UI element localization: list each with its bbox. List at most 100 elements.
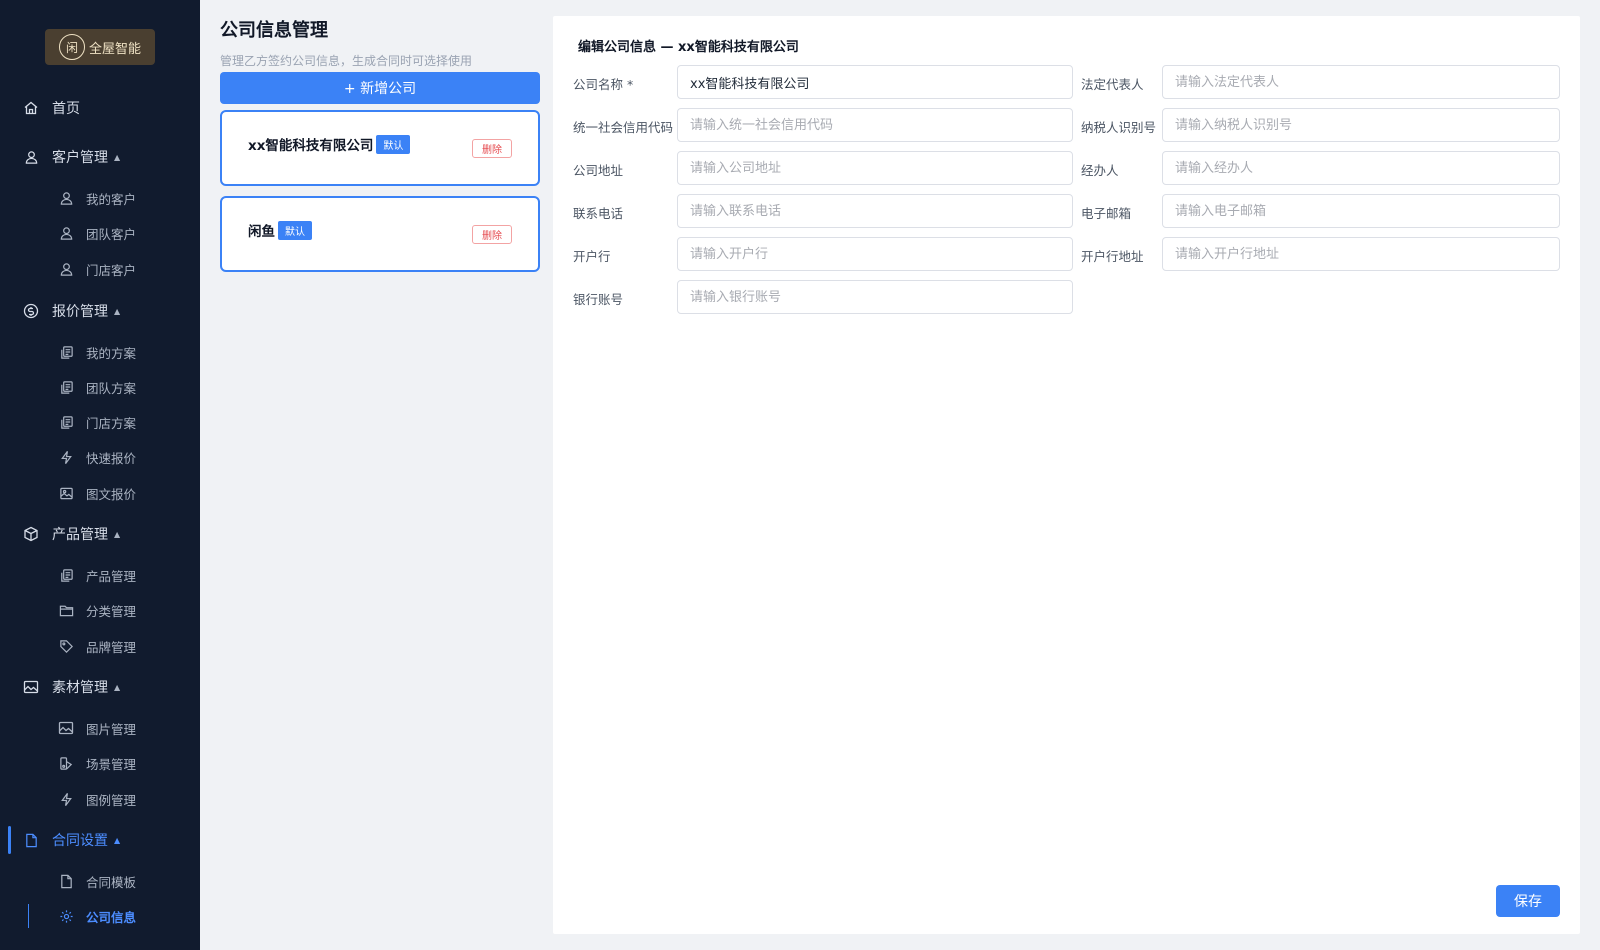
sidebar-item-label: 品牌管理 (86, 639, 137, 655)
sidebar-item-label: 我的方案 (86, 345, 137, 361)
sidebar-item-2[interactable]: 我的客户 (0, 180, 200, 216)
sidebar-item-label: 产品管理 (86, 568, 137, 584)
bank-account-label: 银行账号 (573, 292, 624, 307)
default-badge: 默认 (376, 134, 411, 154)
default-badge: 默认 (278, 220, 312, 240)
page-subtitle: 管理乙方签约公司信息，生成合同时可选择使用 (220, 54, 473, 68)
box-icon (22, 525, 40, 543)
sidebar-item-label: 分类管理 (86, 603, 137, 619)
delete-company-button[interactable]: 删除 (472, 225, 512, 244)
brand-name: 全屋智能 (88, 41, 141, 57)
sidebar-item-label: 团队方案 (86, 380, 137, 396)
bank-address-label: 开户行地址 (1081, 249, 1144, 264)
caret-up-icon: ▲ (114, 529, 121, 539)
company-card[interactable]: 闲鱼 默认 删除 (220, 196, 540, 272)
taxpayer-id-label: 纳税人识别号 (1081, 120, 1157, 135)
company-name-label: 公司名称 * (573, 77, 634, 92)
sidebar-item-label: 产品管理 (52, 527, 108, 543)
handler-label: 经办人 (1081, 163, 1119, 178)
company-list-panel: 公司信息管理 管理乙方签约公司信息，生成合同时可选择使用 + 新增公司 xx智能… (220, 16, 540, 272)
add-company-button[interactable]: + 新增公司 (220, 72, 540, 104)
sidebar-item-10[interactable]: 图文报价 (0, 475, 200, 511)
legal-representative-input[interactable] (1162, 65, 1560, 99)
sidebar-item-4[interactable]: 门店客户 (0, 251, 200, 287)
sidebar-item-label: 报价管理 (52, 304, 108, 320)
sidebar: 闲 全屋智能 首页客户管理 ▲ 我的客户团队客户门店客户报价管理 ▲ 我的方案团队方案门… (0, 0, 200, 950)
caret-up-icon: ▲ (114, 682, 121, 692)
sidebar-item-21[interactable]: 公司信息 (0, 898, 200, 934)
document-icon (58, 873, 74, 889)
phone-label: 联系电话 (573, 206, 624, 221)
sidebar-item-7[interactable]: 团队方案 (0, 369, 200, 405)
company-address-input[interactable] (677, 151, 1073, 185)
company-card[interactable]: xx智能科技有限公司 默认 删除 (220, 110, 540, 186)
sidebar-item-label: 团队客户 (86, 226, 137, 242)
copy-icon (58, 379, 74, 395)
sidebar-item-11[interactable]: 产品管理 ▲ (0, 516, 200, 552)
logo-mark: 闲 (58, 34, 85, 60)
sidebar-item-15[interactable]: 素材管理 ▲ (0, 669, 200, 705)
sidebar-item-label: 门店方案 (86, 415, 137, 431)
home-icon (22, 99, 40, 117)
legal-representative-label: 法定代表人 (1081, 77, 1144, 92)
gear-icon (58, 908, 74, 924)
save-button[interactable]: 保存 (1496, 885, 1560, 917)
caret-up-icon: ▲ (114, 306, 121, 316)
bank-account-input[interactable] (677, 280, 1073, 314)
user-icon (58, 225, 74, 241)
sidebar-item-label: 合同模板 (86, 874, 137, 890)
sidebar-item-6[interactable]: 我的方案 (0, 334, 200, 370)
active-sub-indicator (28, 904, 29, 928)
sidebar-item-18[interactable]: 图例管理 (0, 781, 200, 817)
phone-input[interactable] (677, 194, 1073, 228)
company-name: xx智能科技有限公司 (248, 138, 374, 154)
taxpayer-id-input[interactable] (1162, 108, 1560, 142)
sidebar-item-label: 图文报价 (86, 486, 137, 502)
sidebar-item-label: 客户管理 (52, 150, 108, 166)
sidebar-item-0[interactable]: 首页 (0, 90, 200, 126)
company-card-title: 闲鱼 默认 (248, 220, 312, 240)
sidebar-item-17[interactable]: 场景管理 (0, 745, 200, 781)
user-icon (58, 261, 74, 277)
credit-code-label: 统一社会信用代码 (573, 120, 674, 135)
sidebar-item-19[interactable]: 合同设置 ▲ (0, 822, 200, 858)
sidebar-item-3[interactable]: 团队客户 (0, 215, 200, 251)
edit-company-form: 编辑公司信息 — xx智能科技有限公司 公司名称 * 法定代表人 统一社会信用代… (553, 16, 1580, 934)
caret-up-icon: ▲ (114, 152, 121, 162)
sidebar-item-label: 门店客户 (86, 262, 137, 278)
sidebar-item-label: 公司信息 (86, 909, 137, 925)
bank-address-input[interactable] (1162, 237, 1560, 271)
sidebar-item-20[interactable]: 合同模板 (0, 863, 200, 899)
sidebar-item-14[interactable]: 品牌管理 (0, 628, 200, 664)
copy-icon (58, 344, 74, 360)
delete-company-button[interactable]: 删除 (472, 139, 512, 158)
form-title: 编辑公司信息 — xx智能科技有限公司 (578, 40, 799, 55)
sidebar-item-12[interactable]: 产品管理 (0, 557, 200, 593)
sidebar-item-5[interactable]: 报价管理 ▲ (0, 293, 200, 329)
sidebar-item-16[interactable]: 图片管理 (0, 710, 200, 746)
sidebar-item-13[interactable]: 分类管理 (0, 592, 200, 628)
sidebar-item-label: 首页 (52, 101, 80, 117)
user-icon (22, 148, 40, 166)
bank-input[interactable] (677, 237, 1073, 271)
lightning-icon (58, 791, 74, 807)
page-title: 公司信息管理 (220, 20, 328, 41)
sidebar-item-label: 快速报价 (86, 450, 137, 466)
email-input[interactable] (1162, 194, 1560, 228)
sidebar-item-label: 场景管理 (86, 756, 137, 772)
brand-logo[interactable]: 闲 全屋智能 (45, 29, 155, 65)
sidebar-item-1[interactable]: 客户管理 ▲ (0, 139, 200, 175)
sidebar-item-8[interactable]: 门店方案 (0, 404, 200, 440)
bank-label: 开户行 (573, 249, 611, 264)
handler-input[interactable] (1162, 151, 1560, 185)
company-name-input[interactable] (677, 65, 1073, 99)
credit-code-input[interactable] (677, 108, 1073, 142)
company-card-title: xx智能科技有限公司 默认 (248, 134, 411, 154)
sidebar-item-9[interactable]: 快速报价 (0, 439, 200, 475)
sidebar-item-label: 合同设置 (52, 833, 108, 849)
image-icon (58, 720, 74, 736)
user-icon (58, 190, 74, 206)
picture-icon (58, 485, 74, 501)
caret-up-icon: ▲ (114, 835, 121, 845)
company-name: 闲鱼 (248, 224, 275, 240)
